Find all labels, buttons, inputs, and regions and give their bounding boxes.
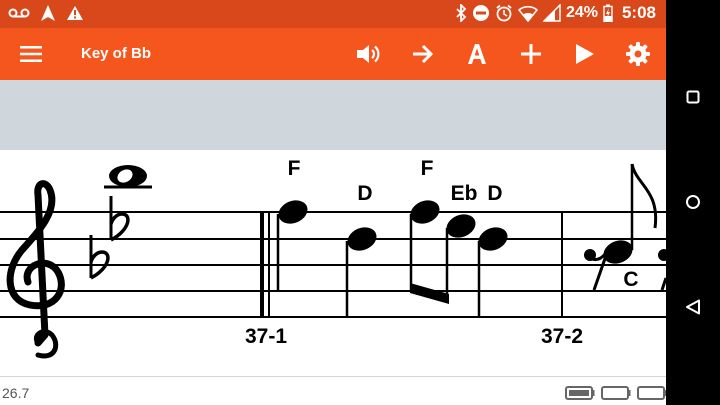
battery-indicators [565,386,667,400]
clock: 5:08 [621,3,656,22]
font-button[interactable] [461,38,493,70]
arrow-right-icon [413,44,434,64]
play-button[interactable] [569,38,601,70]
wifi-icon [517,5,538,22]
measure-label: 37-2 [541,325,583,348]
add-button[interactable] [515,38,547,70]
page-title: Key of Bb [81,45,152,62]
note-label: D [357,182,372,205]
note-label: Eb [451,182,478,205]
menu-button[interactable] [15,38,47,70]
app-toolbar: Key of Bb [0,28,666,80]
note-f[interactable] [407,196,443,291]
warning-icon [67,6,83,20]
note-label: D [487,182,502,205]
note-d[interactable] [344,223,380,317]
toolbar-spacer [0,80,666,150]
eighth-beam [410,283,449,304]
navigation-icon [41,5,55,21]
recents-square-icon [686,90,700,104]
note-f[interactable] [275,196,311,291]
version-label: 26.7 [2,385,30,401]
note-d[interactable] [475,223,511,317]
voicemail-icon [8,8,30,18]
volume-button[interactable] [353,38,385,70]
sheet-music[interactable]: Bb F D F Eb D [0,150,666,380]
bluetooth-icon [456,4,467,22]
divider [0,376,666,377]
home-circle-icon [686,195,700,209]
note-label: F [421,157,434,180]
back-button[interactable] [680,294,706,320]
recents-button[interactable] [680,84,706,110]
alarm-icon [496,4,512,22]
settings-button[interactable] [622,38,654,70]
battery-empty-icon [637,386,667,400]
home-button[interactable] [680,189,706,215]
battery-full-icon [565,386,595,400]
settings-gear-icon [626,42,650,66]
back-triangle-icon [686,299,700,315]
staff-lines [0,211,666,318]
plus-icon [521,44,541,64]
hamburger-menu-icon [20,46,42,62]
measure-label: 37-1 [245,325,287,348]
note-label: F [288,157,301,180]
navigation-bar [666,0,720,405]
note-label: C [623,268,638,291]
volume-icon [357,45,380,63]
letter-a-icon [468,44,486,64]
play-icon [576,44,594,64]
note-eb[interactable] [443,210,479,302]
treble-clef [6,180,65,359]
battery-empty-icon [601,386,631,400]
battery-percent: 24% [565,4,598,21]
next-button[interactable] [407,38,439,70]
key-label: Bb [116,150,144,154]
key-root-whole-note [104,165,152,189]
battery-charging-icon [603,4,613,22]
do-not-disturb-icon [472,5,489,21]
signal-icon [542,4,561,22]
status-bar: 24% 5:08 [0,0,666,28]
